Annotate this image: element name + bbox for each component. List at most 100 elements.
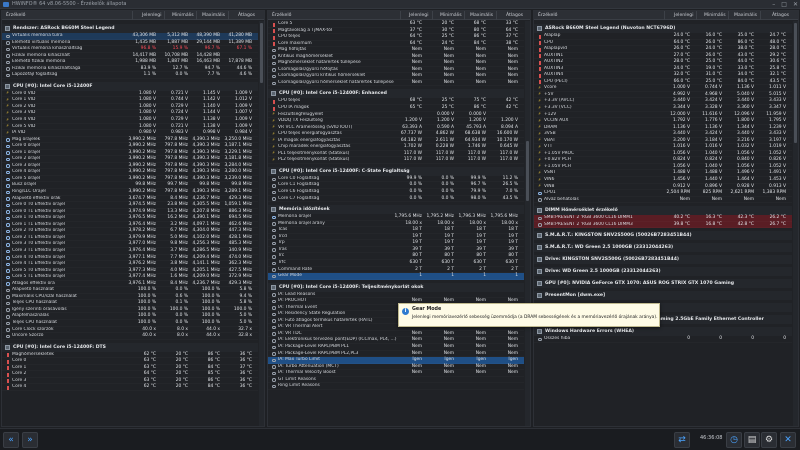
sensor-row[interactable]: Alváz behatolás Nem Nem Nem Nem [534,197,792,204]
col-min[interactable]: Minimális [172,11,194,20]
chip-icon [271,284,276,290]
clock-icon [6,164,10,168]
minimize-icon[interactable]: – [772,0,775,9]
gear-icon[interactable]: ⚙ [761,432,777,448]
sensor-row[interactable]: Csomagolás/gyűrű hőmérséklet határérték … [268,80,524,87]
sensor-icon [6,73,10,78]
sensor-row[interactable]: Uncore Szorzó 40.0 x 8.0 x 44.0 x 32.8 x [2,333,258,340]
scrollbar[interactable] [793,21,798,426]
sensor-row[interactable]: Gear Mode 1 1 1 1 [268,273,524,280]
col-sensor[interactable]: Érzékelő [538,11,557,20]
sensor-list: Core 5 63 °C 20 °C 68 °C 33 °C Magtávolság a … [268,21,524,390]
thermometer-icon [7,379,9,384]
sensor-group[interactable]: GPU [#0]: NVIDIA GeForce GTX 1070: ASUS … [534,279,792,289]
close-icon[interactable]: ✕ [793,0,798,9]
col-avg[interactable]: Átlagos [506,11,523,20]
voltage-icon: ⚡ [272,157,276,163]
sensor-group[interactable]: CPU [#0]: Intel Core i5-12400F: Teljesít… [268,282,524,292]
arrows-right-icon[interactable]: » [22,432,38,448]
col-min[interactable]: Minimális [440,11,462,20]
thermometer-icon [539,80,541,85]
col-max[interactable]: Maximális [202,11,225,20]
sensor-icon [272,371,276,376]
col-sensor[interactable]: Érzékelő [272,11,291,20]
sensor-group[interactable]: CPU [#0]: Intel Core i5-12400F [2,81,258,91]
clock-icon [6,210,10,214]
sensor-label: Alváz behatolás [544,196,579,202]
voltage-icon: ⚡ [272,151,276,157]
thermometer-icon [539,54,541,59]
sensor-group[interactable]: PresentMon [dwm.exe] [534,291,792,301]
clock-icon[interactable]: ◷ [726,432,742,448]
chip-icon [5,83,10,89]
value-max: 44.0 x [206,333,220,339]
col-avg[interactable]: Átlagos [772,11,789,20]
sensor-row[interactable]: SMB:PRESENT 2 'RGB 3600 CL16 DIMM3 39.8 °… [534,221,792,229]
sensor-label: Ring Limit Reasons [278,383,320,389]
value-avg: 43.5 % [502,195,518,201]
col-current[interactable]: Jelenlegi [142,11,162,20]
sensor-icon [6,315,10,319]
sensor-icon [272,332,276,336]
sensor-group[interactable]: Drive: KINGSTON SNV2S500G (50026B7283451… [534,255,792,265]
chip-icon [271,168,276,174]
app-icon [3,2,9,7]
close-icon[interactable]: ✕ [780,432,796,448]
sensor-group[interactable]: Windows Hardware Errors (WHEA) [534,327,792,337]
elapsed-time: 46:36:08 [700,435,723,441]
clock-icon [6,275,10,280]
col-max[interactable]: Maximális [470,11,493,20]
clock-icon [6,177,10,182]
sensor-label: Core C7 Foglaltság [278,195,320,201]
scrollbar[interactable] [259,21,264,426]
group-label: CPU [#0]: Intel Core i5-12400F [13,83,93,89]
sensor-icon [272,268,276,272]
sensor-label: Csomagolás/gyűrű hőmérséklet határérték … [278,79,394,85]
network-icon[interactable]: ⇄ [674,432,690,448]
thermometer-icon [539,47,541,52]
col-sensor[interactable]: Érzékelő [6,11,25,20]
sensor-icon [272,358,276,363]
scrollbar[interactable] [525,21,530,426]
voltage-icon: ⚡ [272,144,276,150]
group-label: PresentMon [dwm.exe] [545,293,606,299]
sensor-list: ASRock B660M Steel Legend (Nuvoton NCT67… [534,21,792,343]
sensor-row[interactable]: Core 4 62 °C 20 °C 84 °C 36 °C [2,384,258,391]
group-label: CPU [#0]: Intel Core i5-12400F: Teljesít… [279,284,424,290]
col-avg[interactable]: Átlagos [238,11,255,20]
clock-icon [6,184,10,188]
sensor-label: PL2 teljesítménykorlát (Statikus) [278,157,350,163]
value-current: 1.1 % [143,72,156,78]
sensor-icon [272,365,276,369]
sensor-group[interactable]: ASRock B660M Steel Legend (Nuvoton NCT67… [534,24,792,33]
col-current[interactable]: Jelenlegi [674,11,694,20]
sensor-row[interactable]: Összes hiba 0 0 0 0 [534,336,792,343]
sensor-group[interactable]: Rendszer: ASRock B660M Steel Legend [2,24,258,33]
maximize-icon[interactable]: □ [781,0,787,9]
sensor-group[interactable]: S.M.A.R.T.: WD Green 2.5 1000GB (2331204… [534,243,792,253]
sensor-group[interactable]: Drive: WD Green 2.5 1000GB (23312044263) [534,267,792,277]
col-current[interactable]: Jelenlegi [409,11,429,20]
sensor-row[interactable]: Ring Limit Reasons [268,383,524,390]
value-avg: 32.8 x [238,333,252,339]
sensor-icon [6,54,10,58]
sensor-row[interactable]: ⚡ PL2 teljesítménykorlát (Statikus) 117.0 … [268,157,524,164]
thermometer-icon [539,67,541,72]
sensor-row[interactable]: Core C7 Foglaltság 0.0 % 0.0 % 98.0 % 43.5 % [268,196,524,203]
sensor-group[interactable]: Memória időzítések [268,205,524,215]
sensor-row[interactable]: Lapozófájl foglaltság 1.1 % 0.0 % 7.7 % 4.6 … [2,72,258,79]
report-icon[interactable]: ▤ [744,432,760,448]
sensor-group[interactable]: CPU [#0]: Intel Core i5-12400F: C-State … [268,166,524,176]
chip-icon [5,344,10,350]
value-max: 98.0 % [470,195,486,201]
sensor-group[interactable]: S.M.A.R.T.: KINGSTON SNV2S500G (50026B72… [534,231,792,241]
chip-icon [537,233,542,239]
sensor-group[interactable]: CPU [#0]: Intel Core i5-12400F: DTS [2,342,258,352]
chip-icon [5,26,10,31]
sensor-icon [272,352,276,356]
arrows-left-icon[interactable]: « [3,432,19,448]
col-min[interactable]: Minimális [704,11,726,20]
sensor-group[interactable]: DIMM Hőmérséklet érzékelő [534,206,792,216]
sensor-icon [272,378,276,382]
col-max[interactable]: Maximális [734,11,757,20]
